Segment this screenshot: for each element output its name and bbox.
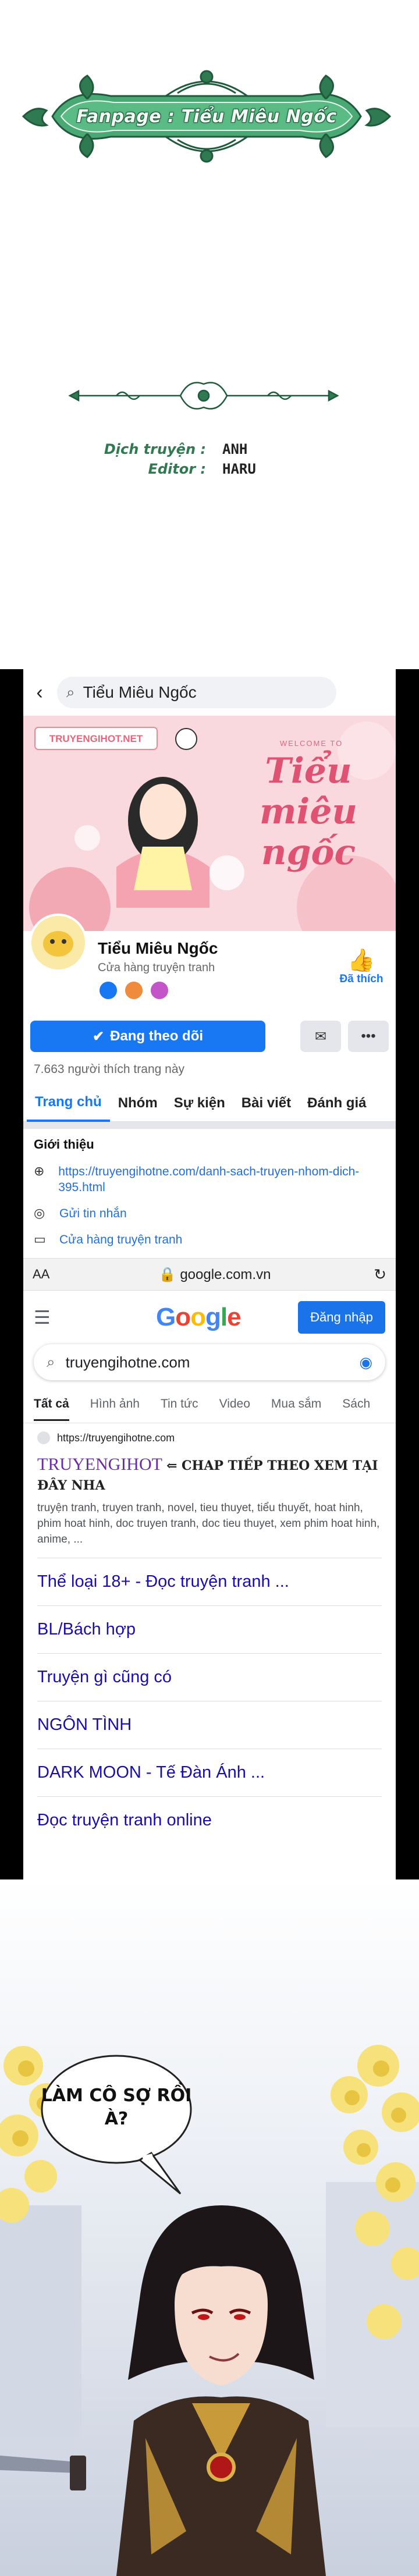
menu-icon[interactable]: ☰ (34, 1306, 69, 1328)
google-query: truyengihotne.com (65, 1353, 190, 1371)
messenger-icon: ◎ (34, 1206, 45, 1220)
url-text: google.com.vn (180, 1266, 271, 1282)
search-icon: ⌕ (47, 1353, 55, 1370)
comic-illustration (0, 1879, 419, 2576)
facebook-search-text: Tiểu Miêu Ngốc (83, 683, 197, 701)
page-profile: Tiểu Miêu Ngốc Cửa hàng truyện tranh 👍 Đ… (23, 914, 396, 1018)
following-button[interactable]: ✔ Đang theo dõi (30, 1021, 265, 1052)
cover-site-tag: TRUYENGIHOT.NET (49, 733, 143, 744)
tab-books[interactable]: Sách (342, 1397, 370, 1411)
search-result: https://truyengihotne.com TRUYENGIHOT ⇐ … (23, 1423, 396, 1844)
about-shop[interactable]: Cửa hàng truyện tranh (59, 1232, 182, 1248)
address-url[interactable]: 🔒 google.com.vn (56, 1266, 374, 1283)
page-category: Cửa hàng truyện tranh (98, 961, 215, 974)
credit-editor: Editor : HARU (76, 459, 285, 479)
more-options-button[interactable]: ••• (348, 1021, 389, 1052)
tab-events[interactable]: Sự kiện (166, 1085, 233, 1122)
sitelink[interactable]: Truyện gì cũng có (37, 1653, 382, 1701)
shop-icon: ▭ (34, 1232, 46, 1246)
credits-block: Dịch truyện : ANH Editor : HARU (76, 439, 285, 479)
page-name[interactable]: Tiểu Miêu Ngốc (98, 939, 218, 958)
gift-badge-icon[interactable] (149, 980, 170, 1001)
liked-button[interactable]: 👍 Đã thích (335, 948, 388, 986)
page-action-row: ✔ Đang theo dõi ✉ ••• (23, 1018, 396, 1054)
camera-lens-icon[interactable]: ◉ (359, 1353, 372, 1372)
tab-groups[interactable]: Nhóm (110, 1085, 166, 1122)
credit-value: HARU (222, 461, 256, 477)
search-icon: ⌕ (66, 683, 75, 701)
liked-label: Đã thích (339, 973, 384, 985)
search-badge-icon[interactable] (98, 980, 119, 1001)
tab-reviews[interactable]: Đánh giá (299, 1085, 374, 1122)
sitelink[interactable]: BL/Bách hợp (37, 1605, 382, 1653)
login-button[interactable]: Đăng nhập (298, 1301, 385, 1334)
tab-all[interactable]: Tất cả (34, 1387, 69, 1421)
cover-photo[interactable]: TRUYENGIHOT.NET WELCOME TO Tiểu miêu ngố… (23, 716, 396, 931)
phone-screen: ‹ ⌕ Tiểu Miêu Ngốc TRUYENGIHOT.NET WELCO… (23, 669, 396, 1879)
tab-shopping[interactable]: Mua sắm (271, 1397, 321, 1411)
credit-label: Editor : (148, 461, 206, 477)
result-snippet: truyện tranh, truyen tranh, novel, tieu … (37, 1502, 380, 1545)
result-url: https://truyengihotne.com (57, 1431, 175, 1444)
divider-ornament-icon (68, 382, 339, 410)
about-link-row[interactable]: ⊕ https://truyengihotne.com/danh-sach-tr… (34, 1164, 385, 1195)
back-arrow-icon[interactable]: ‹ (29, 681, 50, 703)
credit-translator: Dịch truyện : ANH (76, 439, 285, 459)
text-size-button[interactable]: AA (33, 1267, 56, 1282)
page-badges (98, 980, 170, 1001)
about-shop-row[interactable]: ▭ Cửa hàng truyện tranh (34, 1232, 385, 1248)
comic-panel: LÀM CÔ SỢ RỒI À? (0, 1879, 419, 2576)
facebook-top-bar: ‹ ⌕ Tiểu Miêu Ngốc (23, 669, 396, 716)
following-icon: ✔ (92, 1028, 105, 1044)
browser-address-bar: AA 🔒 google.com.vn ↻ (23, 1258, 396, 1291)
about-message-row[interactable]: ◎ Gửi tin nhắn (34, 1206, 385, 1221)
fanpage-banner: Fanpage : Tiểu Miêu Ngốc (17, 64, 396, 169)
google-tabs: Tất cả Hình ảnh Tin tức Video Mua sắm Sá… (23, 1385, 396, 1423)
messenger-icon: ✉ (314, 1028, 327, 1044)
thumbs-up-icon: 👍 (347, 948, 375, 973)
google-logo[interactable]: Google (156, 1303, 242, 1332)
sitelink[interactable]: Thể loại 18+ - Đọc truyện tranh ... (37, 1558, 382, 1605)
google-search-input[interactable]: ⌕ truyengihotne.com ◉ (34, 1344, 385, 1380)
globe-icon: ⊕ (34, 1164, 45, 1178)
tab-images[interactable]: Hình ảnh (90, 1397, 140, 1411)
avatar-illustration (31, 916, 85, 969)
following-label: Đang theo dõi (110, 1028, 204, 1044)
section-divider (23, 1122, 396, 1129)
facebook-search-field[interactable]: ⌕ Tiểu Miêu Ngốc (57, 677, 336, 708)
page-tabs: Trang chủ Nhóm Sự kiện Bài viết Đánh giá (23, 1085, 396, 1122)
about-title: Giới thiệu (34, 1137, 94, 1152)
credit-value: ANH (222, 441, 248, 457)
sitelinks: Thể loại 18+ - Đọc truyện tranh ... BL/B… (37, 1558, 382, 1844)
result-url-row[interactable]: https://truyengihotne.com (37, 1431, 382, 1444)
tab-news[interactable]: Tin tức (161, 1397, 198, 1411)
about-message[interactable]: Gửi tin nhắn (59, 1206, 127, 1221)
phone-screenshot: ‹ ⌕ Tiểu Miêu Ngốc TRUYENGIHOT.NET WELCO… (0, 669, 419, 1879)
result-title[interactable]: TRUYENGIHOT (37, 1455, 162, 1474)
google-header: ☰ Google Đăng nhập (23, 1291, 396, 1344)
page-avatar[interactable] (29, 914, 87, 972)
likes-count: 7.663 người thích trang này (34, 1063, 184, 1076)
sitelink[interactable]: NGÔN TÌNH (37, 1701, 382, 1749)
cover-script-title: Tiểu miêu ngốc (259, 751, 358, 873)
shop-badge-icon[interactable] (123, 980, 144, 1001)
tab-home[interactable]: Trang chủ (27, 1085, 110, 1122)
lock-icon: 🔒 (158, 1266, 176, 1282)
cover-welcome: WELCOME TO (279, 739, 343, 748)
result-title-row[interactable]: TRUYENGIHOT ⇐ CHAP TIẾP THEO XEM TẠI ĐÂY… (37, 1455, 382, 1494)
sitelink[interactable]: DARK MOON - Tế Đàn Ánh ... (37, 1749, 382, 1796)
speech-bubble-text: LÀM CÔ SỢ RỒI À? (41, 2085, 192, 2129)
about-section: Giới thiệu ⊕ https://truyengihotne.com/d… (23, 1129, 396, 1248)
messenger-button[interactable]: ✉ (300, 1021, 341, 1052)
fanpage-label: Fanpage : Tiểu Miêu Ngốc (76, 106, 337, 127)
credit-label: Dịch truyện : (104, 441, 206, 457)
favicon-icon (37, 1431, 50, 1444)
tab-posts[interactable]: Bài viết (233, 1085, 299, 1122)
reload-icon[interactable]: ↻ (374, 1266, 386, 1284)
about-link[interactable]: https://truyengihotne.com/danh-sach-truy… (58, 1164, 385, 1195)
tab-video[interactable]: Video (219, 1397, 250, 1411)
sitelink[interactable]: Đọc truyện tranh online (37, 1796, 382, 1844)
